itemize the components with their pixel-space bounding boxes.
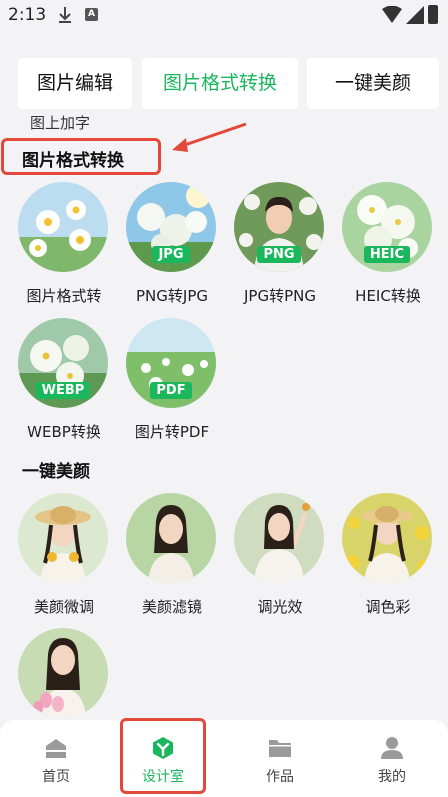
tool-label: JPG转PNG: [244, 287, 316, 305]
tool-item-jpg-to-png[interactable]: PNG JPG转PNG: [226, 182, 334, 312]
tool-label: HEIC转换: [355, 287, 421, 305]
home-icon: [46, 739, 66, 758]
signal-icon: [406, 6, 424, 24]
section-title-format: 图片格式转换: [22, 151, 124, 171]
tool-label: WEBP转换: [27, 423, 101, 441]
tool-label: 美颜微调: [33, 598, 94, 616]
nav-label: 首页: [42, 769, 70, 785]
arrow-annotation-icon: [172, 122, 247, 152]
tool-item-color-adjust[interactable]: 调色彩: [334, 493, 442, 623]
top-tabs: 图片编辑 图片格式转换 一键美颜: [18, 58, 448, 110]
notification-a-icon: A: [85, 8, 98, 21]
tool-label: 图片转PDF: [134, 423, 210, 441]
white-flowers-photo-icon: JPG: [126, 182, 216, 272]
section-title-beauty: 一键美颜: [22, 462, 90, 482]
nav-works[interactable]: 作品: [224, 720, 336, 797]
tool-item-heic[interactable]: HEIC HEIC转换: [334, 182, 442, 312]
flower-field-photo-icon: PDF: [126, 318, 216, 408]
folder-icon: [269, 740, 291, 757]
format-badge: HEIC: [342, 246, 432, 263]
tool-item-webp[interactable]: WEBP WEBP转换: [10, 318, 118, 448]
girl-white-dress-photo-icon: [234, 493, 324, 583]
add-text-label[interactable]: 图上加字: [30, 112, 90, 133]
format-badge: JPG: [126, 246, 216, 263]
tool-item-beauty-filter[interactable]: 美颜滤镜: [118, 493, 226, 623]
tool-item-beauty-tune[interactable]: 美颜微调: [10, 493, 118, 623]
nav-highlight-box: [120, 718, 206, 794]
tab-image-edit[interactable]: 图片编辑: [18, 58, 132, 109]
format-badge: WEBP: [18, 382, 108, 399]
girl-yellow-flowers-photo-icon: [342, 493, 432, 583]
tool-item-pdf[interactable]: PDF 图片转PDF: [118, 318, 226, 448]
tab-format-convert[interactable]: 图片格式转换: [142, 58, 298, 109]
format-badge: PNG: [234, 246, 324, 263]
nav-label: 作品: [266, 769, 294, 785]
girl-straw-hat-photo-icon: [18, 493, 108, 583]
white-flowers-photo-icon: WEBP: [18, 318, 108, 408]
tab-beauty[interactable]: 一键美颜: [307, 58, 439, 109]
tool-label: 图片格式转: [26, 287, 102, 305]
status-bar: 2:13 A: [0, 0, 448, 30]
nav-mine[interactable]: 我的: [336, 720, 448, 797]
tool-label: 调色彩: [365, 598, 411, 616]
white-blossom-photo-icon: HEIC: [342, 182, 432, 272]
nav-label: 我的: [378, 769, 406, 785]
tool-item-format[interactable]: 图片格式转: [10, 182, 118, 312]
format-badge: PDF: [126, 382, 216, 399]
daisy-photo-icon: [18, 182, 108, 272]
tool-item-png-to-jpg[interactable]: JPG PNG转JPG: [118, 182, 226, 312]
tool-label: PNG转JPG: [136, 287, 208, 305]
tool-label: 美颜滤镜: [141, 598, 202, 616]
status-time: 2:13: [8, 5, 47, 25]
girl-pink-tulips-photo-icon: [18, 628, 108, 718]
wifi-icon: [382, 6, 402, 23]
download-icon: [59, 7, 71, 23]
girl-portrait-photo-icon: [126, 493, 216, 583]
tool-item-light-effect[interactable]: 调光效: [226, 493, 334, 623]
bottom-nav: 首页 设计室 作品 我的: [0, 720, 448, 797]
man-portrait-photo-icon: PNG: [234, 182, 324, 272]
battery-icon: [428, 5, 438, 24]
user-icon: [381, 737, 403, 759]
tool-label: 调光效: [257, 598, 303, 616]
nav-home[interactable]: 首页: [0, 720, 112, 797]
